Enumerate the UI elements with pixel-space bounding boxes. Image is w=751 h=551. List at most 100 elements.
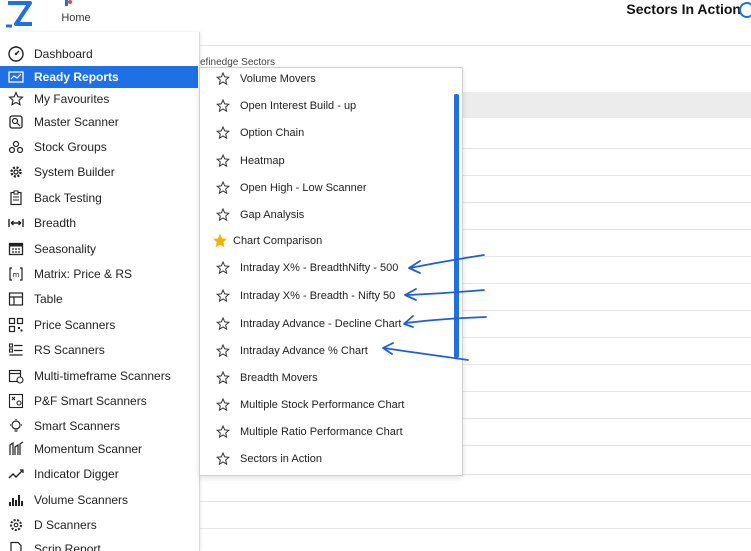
star-outline-icon[interactable] [216, 72, 230, 86]
menu-item-indicator-digger[interactable]: Indicator Digger [0, 463, 198, 485]
star-outline-icon[interactable] [216, 425, 230, 439]
menu-item-my-favourites[interactable]: My Favourites [0, 88, 198, 110]
menu-item-smart-scanners[interactable]: Smart Scanners [0, 415, 198, 437]
breadth-icon [8, 219, 24, 227]
gear-small-icon [10, 519, 22, 531]
submenu-item-label: Intraday X% - Breadth - Nifty 50 [240, 290, 396, 302]
submenu-item-breadth-movers[interactable]: Breadth Movers [200, 367, 462, 391]
menu-item-label: Ready Reports [34, 70, 119, 84]
menu-item-label: Indicator Digger [34, 467, 119, 481]
top-bar: Home Sectors In Action [0, 0, 751, 32]
help-icon[interactable] [739, 2, 751, 18]
table-row-divider [198, 501, 751, 502]
star-outline-icon[interactable] [216, 261, 230, 275]
submenu-item-label: Heatmap [240, 155, 285, 167]
pnf-icon [8, 393, 24, 409]
bulb-icon [10, 419, 22, 432]
table-icon [8, 292, 24, 306]
menu-item-label: Price Scanners [34, 318, 116, 332]
submenu-item-chart-comparison[interactable]: Chart Comparison [200, 230, 462, 254]
submenu-item-option-chain[interactable]: Option Chain [200, 122, 462, 146]
menu-item-label: Stock Groups [34, 140, 107, 154]
star-outline-icon[interactable] [216, 371, 230, 385]
menu-item-label: Smart Scanners [34, 419, 121, 433]
menu-item-matrix-price-rs[interactable]: m Matrix: Price & RS [0, 263, 198, 285]
submenu-item-label: Open High - Low Scanner [240, 182, 367, 194]
submenu-item-intraday-breadth-nifty-50[interactable]: Intraday X% - Breadth - Nifty 50 [200, 285, 462, 309]
star-outline-icon[interactable] [216, 208, 230, 222]
menu-item-label: Multi-timeframe Scanners [34, 369, 171, 383]
menu-item-ready-reports[interactable]: Ready Reports [0, 66, 198, 88]
menu-item-label: Master Scanner [34, 115, 119, 129]
submenu-item-volume-movers[interactable]: Volume Movers [200, 68, 462, 92]
star-outline-icon[interactable] [216, 452, 230, 466]
bars-icon [9, 495, 23, 506]
star-outline-icon[interactable] [216, 99, 230, 113]
menu-item-label: Scrip Report [34, 542, 101, 551]
submenu-item-label: Multiple Ratio Performance Chart [240, 426, 403, 438]
submenu-item-label: Gap Analysis [240, 209, 305, 221]
submenu-item-label: Intraday Advance - Decline Chart [240, 318, 402, 330]
submenu-item-multiple-ratio-performance-chart[interactable]: Multiple Ratio Performance Chart [200, 421, 462, 445]
menu-item-label: Matrix: Price & RS [34, 267, 133, 281]
menu-item-back-testing[interactable]: Back Testing [0, 187, 198, 209]
star-outline-icon[interactable] [216, 181, 230, 195]
menu-item-momentum-scanner[interactable]: Momentum Scanner [0, 438, 198, 460]
momentum-icon [9, 441, 24, 455]
menu-item-breadth[interactable]: Breadth [0, 212, 198, 234]
submenu-item-label: Sectors in Action [240, 453, 322, 465]
menu-item-price-scanners[interactable]: Price Scanners [0, 314, 198, 336]
menu-item-scrip-report[interactable]: Scrip Report [0, 538, 198, 551]
matrix-icon: m [9, 267, 23, 281]
menu-item-volume-scanners[interactable]: Volume Scanners [0, 489, 198, 511]
home-button[interactable]: Home [56, 0, 96, 28]
calendar-clock-icon [8, 369, 24, 384]
clipboard-icon [10, 190, 22, 206]
star-outline-icon[interactable] [216, 126, 230, 140]
menu-item-label: Seasonality [34, 242, 97, 256]
menu-item-label: Volume Scanners [34, 493, 129, 507]
app-logo[interactable] [4, 0, 34, 28]
menu-item-d-scanners[interactable]: D Scanners [0, 514, 198, 536]
report-icon [8, 71, 24, 83]
submenu-item-label: Intraday Advance % Chart [240, 345, 368, 357]
submenu-item-label: Breadth Movers [240, 372, 318, 384]
submenu-item-intraday-advance-percent-chart[interactable]: Intraday Advance % Chart [200, 340, 462, 364]
menu-item-seasonality[interactable]: Seasonality [0, 238, 198, 260]
menu-item-multi-timeframe-scanners[interactable]: Multi-timeframe Scanners [0, 365, 198, 387]
side-menu: Dashboard Ready Reports My Favourites Ma… [0, 32, 200, 551]
star-outline-icon[interactable] [216, 344, 230, 358]
menu-item-system-builder[interactable]: System Builder [0, 161, 198, 183]
submenu-item-intraday-breadth-nifty-500[interactable]: Intraday X% - BreadthNifty - 500 [200, 257, 462, 281]
submenu-item-multiple-stock-performance-chart[interactable]: Multiple Stock Performance Chart [200, 394, 462, 418]
home-icon [65, 0, 72, 6]
submenu-item-gap-analysis[interactable]: Gap Analysis [200, 204, 462, 228]
menu-item-master-scanner[interactable]: Master Scanner [0, 111, 198, 133]
menu-item-label: Breadth [34, 216, 77, 230]
menu-item-rs-scanners[interactable]: RS Scanners [0, 339, 198, 361]
menu-item-table[interactable]: Table [0, 288, 198, 310]
menu-item-label: RS Scanners [34, 343, 105, 357]
menu-item-label: Momentum Scanner [34, 442, 143, 456]
star-outline-icon[interactable] [216, 317, 230, 331]
star-filled-icon[interactable] [213, 234, 227, 248]
submenu-item-heatmap[interactable]: Heatmap [200, 150, 462, 174]
menu-item-dashboard[interactable]: Dashboard [0, 43, 198, 65]
submenu-item-label: Multiple Stock Performance Chart [240, 399, 405, 411]
star-outline-icon[interactable] [216, 289, 230, 303]
menu-item-stock-groups[interactable]: Stock Groups [0, 136, 198, 158]
menu-item-label: Table [34, 292, 63, 306]
calendar-icon [8, 242, 24, 256]
page-title-text: Sectors In Action [626, 1, 741, 17]
submenu-scrollbar[interactable] [454, 94, 459, 358]
star-outline-icon[interactable] [216, 154, 230, 168]
submenu-item-open-high-low-scanner[interactable]: Open High - Low Scanner [200, 177, 462, 201]
submenu-item-intraday-advance-decline-chart[interactable]: Intraday Advance - Decline Chart [200, 313, 462, 337]
list-icon [8, 343, 23, 356]
submenu-item-open-interest-build-up[interactable]: Open Interest Build - up [200, 95, 462, 119]
doc-icon [10, 541, 22, 551]
star-outline-icon[interactable] [216, 398, 230, 412]
submenu-item-sectors-in-action[interactable]: Sectors in Action [200, 448, 462, 472]
menu-item-label: My Favourites [34, 92, 110, 106]
menu-item-pnf-smart-scanners[interactable]: P&F Smart Scanners [0, 390, 198, 412]
